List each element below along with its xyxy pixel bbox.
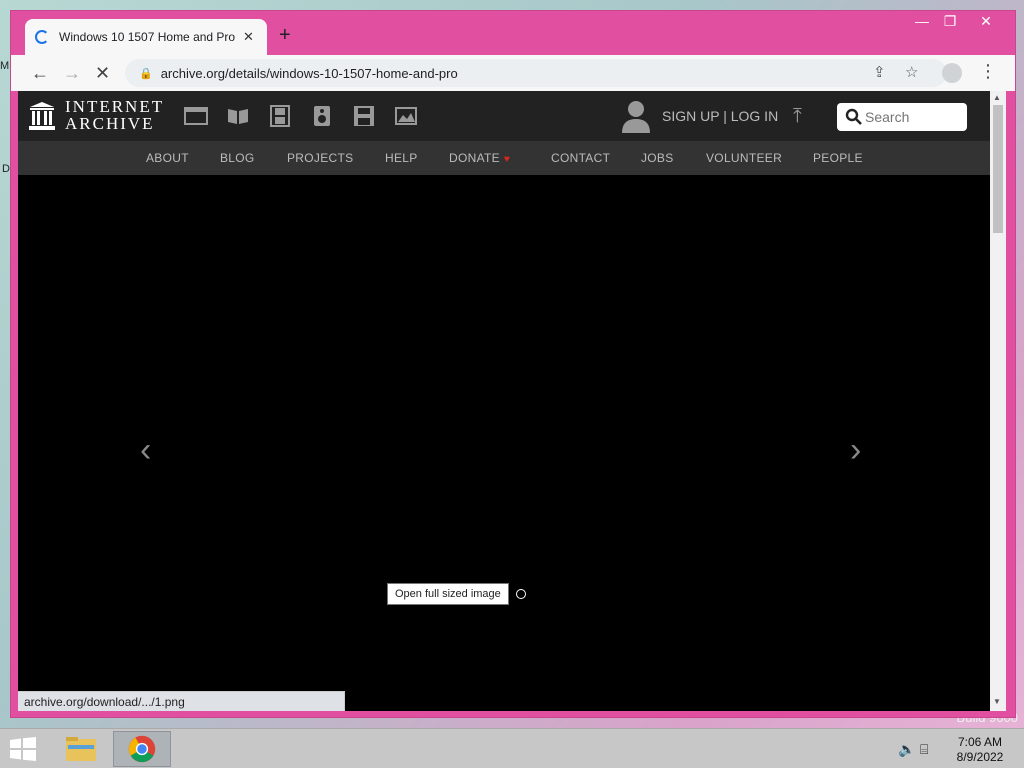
system-clock[interactable]: 7:06 AM 8/9/2022 xyxy=(944,735,1016,765)
search-icon[interactable] xyxy=(845,108,862,125)
ia-logo-text[interactable]: INTERNET ARCHIVE xyxy=(65,98,164,132)
nav-volunteer[interactable]: VOLUNTEER xyxy=(706,151,782,165)
logo-line-1: INTERNET xyxy=(65,97,165,116)
nav-jobs[interactable]: JOBS xyxy=(641,151,674,165)
search-input[interactable] xyxy=(865,107,961,127)
address-url[interactable]: archive.org/details/windows-10-1507-home… xyxy=(161,66,458,81)
share-icon[interactable]: ⇪ xyxy=(873,63,886,81)
ia-logo-icon[interactable] xyxy=(28,101,56,131)
image-tooltip: Open full sized image xyxy=(387,583,509,605)
scroll-thumb[interactable] xyxy=(993,105,1003,233)
image-viewer[interactable]: ‹ › xyxy=(18,175,990,711)
next-image-chevron-icon[interactable]: › xyxy=(850,433,861,467)
nav-donate[interactable]: DONATE ♥ xyxy=(449,151,510,165)
profile-avatar-icon[interactable] xyxy=(942,63,962,83)
address-bar[interactable]: 🔒 archive.org/details/windows-10-1507-ho… xyxy=(125,59,947,87)
network-icon[interactable]: ⌸ xyxy=(920,741,928,758)
logo-line-2: ARCHIVE xyxy=(65,114,155,133)
chrome-icon xyxy=(128,735,156,763)
chrome-taskbar-button[interactable] xyxy=(113,731,171,767)
desktop-icon-label[interactable]: M xyxy=(0,60,9,72)
page-viewport: INTERNET ARCHIVE SIGN UP | LOG IN ⤒ Sear… xyxy=(18,91,990,711)
page-scrollbar[interactable]: ▲ ▼ xyxy=(990,91,1006,711)
browser-window: Windows 10 1507 Home and Pro ✕ + — ❐ ✕ ←… xyxy=(10,10,1016,718)
desktop-icon-label[interactable]: D xyxy=(2,163,10,175)
search-box[interactable] xyxy=(837,103,967,131)
signup-login-link[interactable]: SIGN UP | LOG IN xyxy=(662,108,778,124)
loading-spinner-icon xyxy=(35,30,49,44)
scroll-down-icon[interactable]: ▼ xyxy=(993,697,1001,706)
nav-blog[interactable]: BLOG xyxy=(220,151,255,165)
browser-tab[interactable]: Windows 10 1507 Home and Pro ✕ xyxy=(25,19,267,55)
clock-date: 8/9/2022 xyxy=(956,750,1004,764)
bookmark-star-icon[interactable]: ☆ xyxy=(905,63,918,81)
previous-image-chevron-icon[interactable]: ‹ xyxy=(140,433,151,467)
maximize-button[interactable]: ❐ xyxy=(935,13,965,30)
ia-header: INTERNET ARCHIVE SIGN UP | LOG IN ⤒ Sear… xyxy=(18,91,990,141)
video-film-icon[interactable] xyxy=(268,105,292,127)
close-window-button[interactable]: ✕ xyxy=(971,13,1001,30)
tab-title: Windows 10 1507 Home and Pro xyxy=(59,30,235,44)
back-arrow-icon[interactable]: ← xyxy=(31,63,49,84)
web-icon[interactable] xyxy=(184,105,208,127)
minimize-button[interactable]: — xyxy=(907,13,937,29)
scroll-up-icon[interactable]: ▲ xyxy=(993,93,1001,102)
user-avatar-icon[interactable] xyxy=(620,99,652,133)
tab-close-icon[interactable]: ✕ xyxy=(243,29,254,45)
taskbar: 🔈 ⌸ 7:06 AM 8/9/2022 xyxy=(0,728,1024,768)
nav-people[interactable]: PEOPLE xyxy=(813,151,863,165)
forward-arrow-icon[interactable]: → xyxy=(63,63,81,84)
browser-toolbar: ← → ✕ 🔒 archive.org/details/windows-10-1… xyxy=(11,55,1015,91)
file-explorer-taskbar-button[interactable] xyxy=(52,731,110,767)
ia-top-nav: ABOUT BLOG PROJECTS HELP DONATE ♥ CONTACT… xyxy=(18,141,990,175)
link-status-bar: archive.org/download/.../1.png xyxy=(18,691,345,711)
texts-book-icon[interactable] xyxy=(226,105,250,127)
heart-icon: ♥ xyxy=(503,154,511,165)
audio-speaker-icon[interactable] xyxy=(310,105,334,127)
software-floppy-icon[interactable] xyxy=(352,105,376,127)
nav-help[interactable]: HELP xyxy=(385,151,418,165)
new-tab-button[interactable]: + xyxy=(279,25,291,45)
stop-loading-icon[interactable]: ✕ xyxy=(95,63,110,84)
windows-start-icon[interactable] xyxy=(9,737,37,761)
browser-menu-icon[interactable]: ⋮ xyxy=(979,61,997,82)
upload-icon[interactable]: ⤒ xyxy=(793,105,802,128)
volume-muted-icon[interactable]: 🔈 xyxy=(898,741,915,758)
clock-time: 7:06 AM xyxy=(957,735,1003,749)
nav-donate-label: DONATE xyxy=(449,151,500,165)
nav-projects[interactable]: PROJECTS xyxy=(287,151,353,165)
title-bar: Windows 10 1507 Home and Pro ✕ + — ❐ ✕ xyxy=(11,11,1015,55)
nav-about[interactable]: ABOUT xyxy=(146,151,189,165)
images-icon[interactable] xyxy=(394,105,418,127)
folder-icon xyxy=(66,737,96,761)
nav-contact[interactable]: CONTACT xyxy=(551,151,610,165)
lock-icon[interactable]: 🔒 xyxy=(139,67,153,80)
mouse-cursor-icon xyxy=(516,589,526,599)
